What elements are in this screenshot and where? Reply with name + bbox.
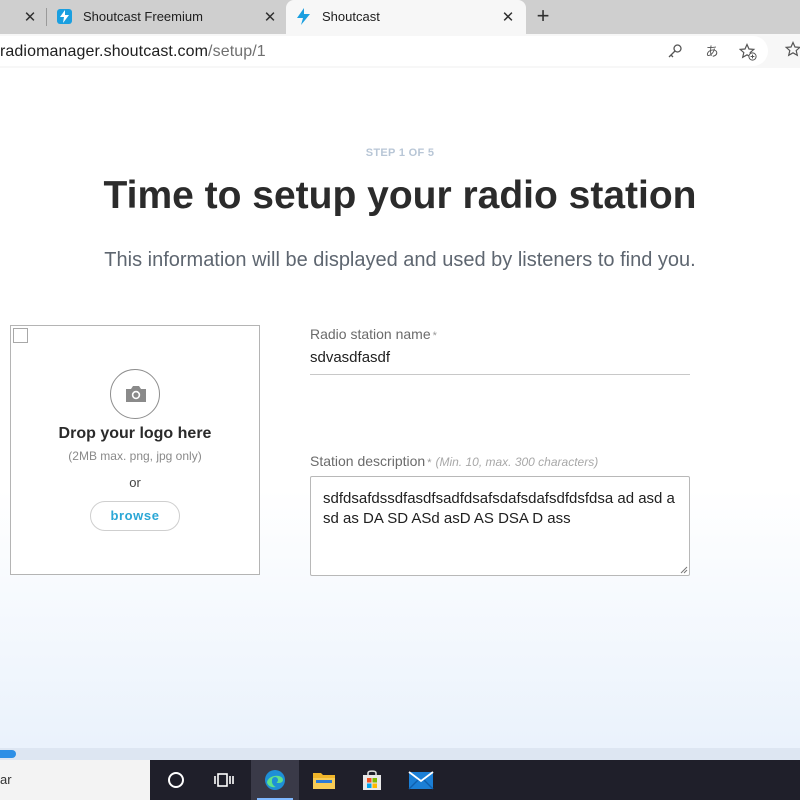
favorite-star-icon[interactable]	[738, 43, 757, 61]
store-icon[interactable]	[348, 760, 396, 800]
progress-fill	[0, 750, 16, 758]
camera-icon	[110, 369, 160, 419]
tab-title: Shoutcast Freemium	[83, 9, 203, 24]
new-tab-plus-icon[interactable]: +	[530, 3, 556, 29]
tab-shoutcast[interactable]: Shoutcast ✕	[286, 0, 526, 34]
or-separator: or	[129, 475, 141, 490]
station-description-label-text: Station description	[310, 453, 426, 469]
shoutcast-favicon-icon	[57, 9, 72, 24]
required-mark: *	[427, 457, 432, 469]
tab-shoutcast-freemium[interactable]: Shoutcast Freemium ✕	[47, 0, 285, 34]
shoutcast-favicon-icon	[296, 8, 311, 28]
page-subtitle: This information will be displayed and u…	[104, 249, 696, 271]
drop-logo-text: Drop your logo here	[58, 425, 212, 442]
station-description-textarea[interactable]: sdfdsafdssdfasdfsadfdsafsdafsdafsdfdsfds…	[310, 476, 690, 576]
tab-partial[interactable]: ✕	[0, 0, 46, 34]
close-icon[interactable]: ✕	[260, 8, 280, 26]
station-name-input[interactable]: sdvasdfasdf	[310, 349, 390, 366]
description-length-hint: (Min. 10, max. 300 characters)	[435, 455, 599, 469]
page-title: Time to setup your radio station	[103, 174, 697, 217]
file-explorer-icon[interactable]	[300, 760, 348, 800]
tab-strip: ✕ Shoutcast Freemium ✕ Shoutcast ✕ +	[0, 0, 800, 34]
search-circle-icon[interactable]	[152, 760, 200, 800]
favorites-icon[interactable]	[784, 41, 800, 59]
address-bar[interactable]: radiomanager.shoutcast.com/setup/1 あ	[0, 36, 768, 66]
step-indicator: STEP 1 OF 5	[365, 147, 435, 159]
close-icon[interactable]: ✕	[498, 8, 518, 26]
station-name-label: Radio station name *	[310, 326, 437, 342]
setup-progress-bar	[0, 748, 800, 760]
station-description-label: Station description * (Min. 10, max. 300 c…	[310, 453, 598, 469]
taskbar-search-box[interactable]: ar	[0, 760, 150, 800]
windows-taskbar: ar	[0, 760, 800, 800]
read-aloud-icon[interactable]: あ	[703, 43, 721, 61]
address-bar-row: radiomanager.shoutcast.com/setup/1 あ	[0, 34, 800, 102]
logo-dropzone[interactable]: Drop your logo here (2MB max. png, jpg o…	[10, 325, 260, 575]
station-name-underline	[310, 374, 690, 375]
close-icon[interactable]: ✕	[20, 8, 40, 26]
mail-icon[interactable]	[397, 760, 445, 800]
url-path: /setup/1	[208, 43, 266, 60]
edge-icon[interactable]	[251, 760, 299, 800]
required-mark: *	[432, 330, 437, 342]
key-icon[interactable]	[666, 43, 684, 61]
task-view-icon[interactable]	[200, 760, 248, 800]
url-text[interactable]: radiomanager.shoutcast.com/setup/1	[0, 43, 266, 61]
browse-button[interactable]: browse	[90, 501, 180, 531]
logo-size-hint: (2MB max. png, jpg only)	[68, 449, 202, 463]
logo-checkbox[interactable]	[13, 328, 28, 343]
taskbar-search-text: ar	[0, 772, 12, 787]
station-description-value: sdfdsafdssdfasdfsadfdsafsdafsdafsdfdsfds…	[323, 490, 675, 527]
setup-page: STEP 1 OF 5 Time to setup your radio sta…	[0, 68, 800, 748]
resize-grip-icon[interactable]	[680, 566, 688, 574]
tab-title: Shoutcast	[322, 9, 380, 24]
url-host: radiomanager.shoutcast.com	[0, 43, 209, 60]
station-name-label-text: Radio station name	[310, 326, 431, 342]
